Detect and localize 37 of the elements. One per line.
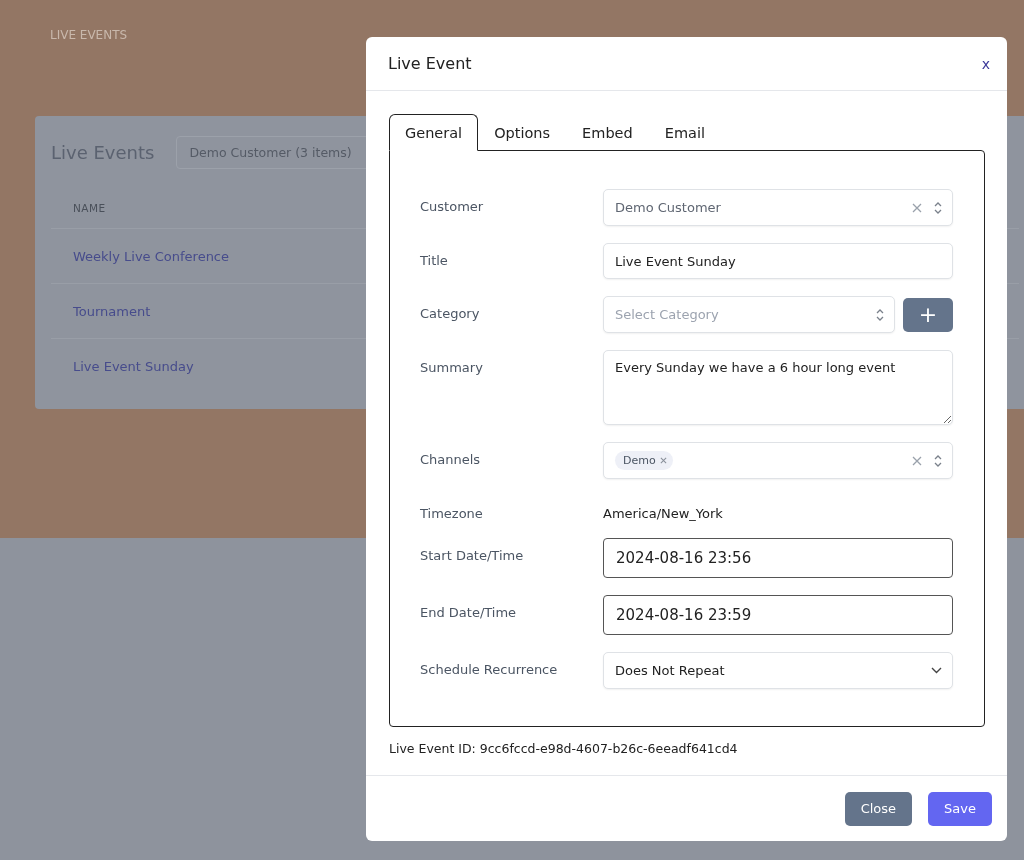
sort-caret-icon bbox=[934, 201, 942, 214]
field-label: Schedule Recurrence bbox=[420, 661, 559, 677]
field-label: Title bbox=[420, 252, 449, 268]
field-label: Summary bbox=[420, 359, 484, 375]
datetime-input[interactable]: 2024-08-16 23:59 bbox=[603, 595, 953, 635]
field-label: End Date/Time bbox=[420, 604, 518, 620]
channel-tag: Demo bbox=[615, 451, 673, 470]
sort-caret-icon bbox=[876, 308, 884, 321]
timezone-value: America/New_York bbox=[603, 505, 724, 521]
select-field[interactable]: Demo Customer bbox=[603, 189, 953, 226]
modal-title: Live Event bbox=[388, 54, 472, 73]
close-button[interactable]: x bbox=[977, 53, 994, 74]
field-label: Timezone bbox=[420, 505, 484, 521]
remove-icon[interactable] bbox=[659, 457, 667, 464]
multiselect-field[interactable]: Demo bbox=[603, 442, 953, 479]
clear-icon[interactable] bbox=[912, 202, 922, 213]
tab[interactable]: Embed bbox=[566, 114, 649, 151]
save-button[interactable]: Save bbox=[928, 791, 992, 826]
page-heading: LIVE EVENTS bbox=[50, 28, 129, 42]
column-header: NAME bbox=[73, 202, 106, 214]
field-label: Category bbox=[420, 305, 481, 321]
datetime-input[interactable]: 2024-08-16 23:56 bbox=[603, 538, 953, 578]
title-input[interactable]: Live Event Sunday bbox=[603, 243, 953, 279]
tab[interactable]: General bbox=[389, 114, 479, 151]
field-label: Customer bbox=[420, 198, 485, 214]
field-label: Start Date/Time bbox=[420, 547, 525, 563]
clear-icon[interactable] bbox=[912, 455, 922, 466]
close-button[interactable]: Close bbox=[844, 791, 913, 826]
summary-textarea[interactable]: Every Sunday we have a 6 hour long event bbox=[603, 350, 953, 425]
add-button[interactable]: + bbox=[903, 298, 953, 332]
recurrence-dropdown[interactable]: Does Not Repeat bbox=[603, 652, 953, 689]
sort-caret-icon bbox=[934, 454, 942, 467]
tab[interactable]: Email bbox=[648, 114, 721, 151]
tab[interactable]: Options bbox=[478, 114, 567, 151]
event-id-text: Live Event ID: 9cc6fccd-e98d-4607-b26c-6eeadf641cd4 bbox=[389, 741, 739, 756]
chevron-down-icon bbox=[931, 667, 942, 674]
field-label: Channels bbox=[420, 451, 482, 467]
